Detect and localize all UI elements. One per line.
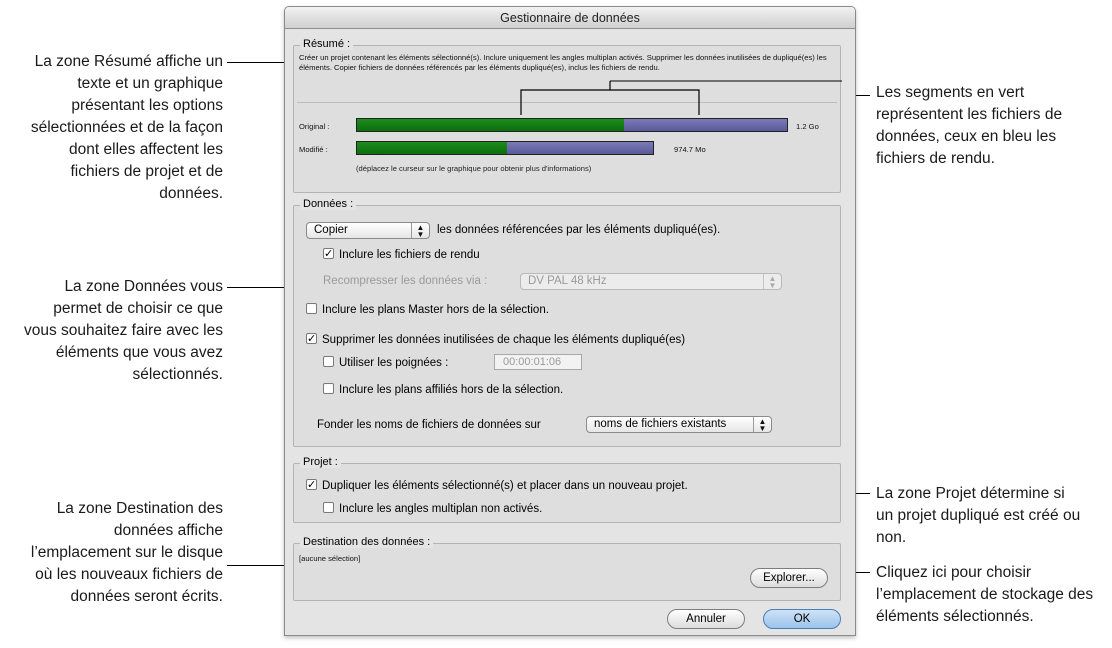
checkbox-icon <box>323 383 334 394</box>
bar-segment-render-original <box>623 119 787 131</box>
duplicate-project-checkbox[interactable]: Dupliquer les éléments sélectionné(s) et… <box>306 479 688 493</box>
bracket-connector <box>520 89 700 115</box>
chevron-updown-icon: ▲ ▼ <box>753 417 771 433</box>
media-action-popup[interactable]: Copier ▲ ▼ <box>306 222 430 239</box>
checkbox-icon <box>323 502 334 513</box>
recompress-popup[interactable]: DV PAL 48 kHz ▲ ▼ <box>520 273 782 290</box>
bar-segment-render-modified <box>507 142 654 154</box>
checkbox-icon <box>323 356 334 367</box>
include-render-checkbox[interactable]: Inclure les fichiers de rendu <box>323 248 480 262</box>
checkbox-checked-icon <box>306 333 317 344</box>
include-inactive-angles-checkbox[interactable]: Inclure les angles multiplan non activés… <box>323 502 542 516</box>
project-group: Projet : Dupliquer les éléments sélectio… <box>293 456 841 523</box>
include-master-checkbox[interactable]: Inclure les plans Master hors de la séle… <box>306 303 549 317</box>
cancel-button[interactable]: Annuler <box>667 609 745 629</box>
chart-hint: (déplacez le curseur sur le graphique po… <box>356 164 592 173</box>
chevron-updown-icon: ▲ ▼ <box>763 274 781 290</box>
callout-summary: La zone Résumé affiche un texte et un gr… <box>30 53 223 202</box>
ok-button[interactable]: OK <box>763 609 841 629</box>
base-names-popup[interactable]: noms de fichiers existants ▲ ▼ <box>586 416 772 433</box>
chevron-updown-icon: ▲ ▼ <box>411 223 429 239</box>
leader-destination <box>227 565 292 566</box>
project-legend: Projet : <box>300 456 341 468</box>
callout-browse: Cliquez ici pour choisir l’emplacement d… <box>876 564 1094 625</box>
media-legend: Données : <box>300 198 357 210</box>
use-handles-checkbox[interactable]: Utiliser les poignées : <box>323 356 448 370</box>
bar-segment-media-original <box>357 119 624 131</box>
callout-segments: Les segments en vert représentent les fi… <box>876 84 1063 167</box>
checkbox-icon <box>306 303 317 314</box>
bar-segment-media-modified <box>357 142 508 154</box>
base-names-label: Fonder les noms de fichiers de données s… <box>317 419 541 431</box>
handles-timecode-field[interactable]: 00:00:01:06 <box>494 354 582 370</box>
bar-original[interactable] <box>356 118 788 132</box>
recompress-label: Recompresser les données via : <box>323 275 488 287</box>
media-group: Données : Copier ▲ ▼ les données référenc… <box>293 198 841 447</box>
bar-label-original: Original : <box>299 122 330 131</box>
media-action-suffix: les données référencées par les éléments… <box>437 224 721 236</box>
checkbox-checked-icon <box>323 248 334 259</box>
leader-media <box>227 287 292 288</box>
destination-group: Destination des données : [aucune sélect… <box>293 536 841 601</box>
callout-destination: La zone Destination des données affiche … <box>30 500 223 605</box>
callout-project: La zone Projet détermine si un projet du… <box>876 485 1081 546</box>
browse-button[interactable]: Explorer... <box>750 568 828 588</box>
include-affiliated-checkbox[interactable]: Inclure les plans affiliés hors de la sé… <box>323 383 563 397</box>
size-original: 1.2 Go <box>796 122 819 131</box>
bar-modified[interactable] <box>356 141 655 155</box>
size-modified: 974.7 Mo <box>674 145 706 154</box>
leader-summary <box>227 62 292 63</box>
summary-group: Résumé : Créer un projet contenant les é… <box>293 38 842 193</box>
bar-label-modified: Modifié : <box>299 145 328 154</box>
media-manager-dialog: Gestionnaire de données Résumé : Créer u… <box>284 6 856 636</box>
dialog-title: Gestionnaire de données <box>285 7 855 29</box>
checkbox-checked-icon <box>306 479 317 490</box>
callout-media: La zone Données vous permet de choisir c… <box>23 278 223 383</box>
destination-legend: Destination des données : <box>300 536 434 548</box>
delete-unused-checkbox[interactable]: Supprimer les données inutilisées de cha… <box>306 333 685 347</box>
destination-path: [aucune sélection] <box>299 554 361 563</box>
